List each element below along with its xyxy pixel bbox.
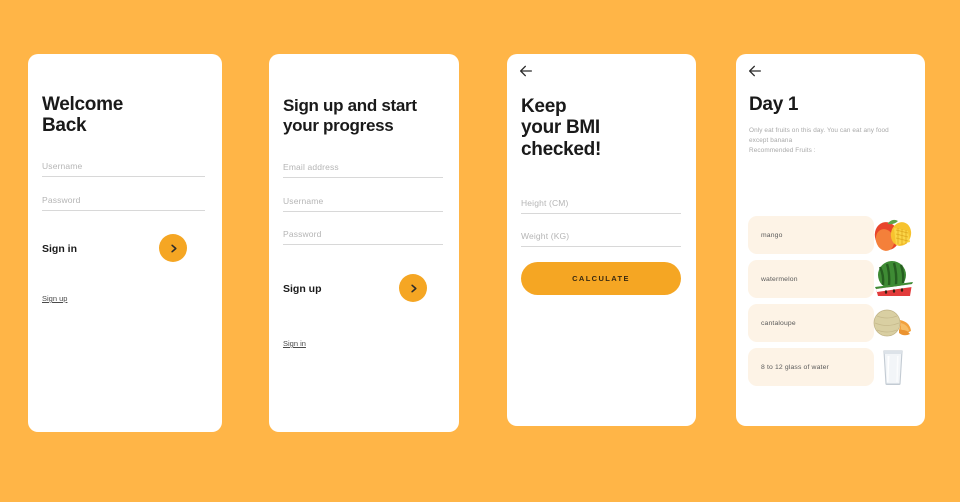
cantaloupe-image xyxy=(870,302,914,344)
height-input[interactable]: Height (CM) xyxy=(521,198,681,214)
mango-image xyxy=(870,214,914,256)
screen-day1: Day 1 Only eat fruits on this day. You c… xyxy=(736,54,925,426)
page-title: Sign up and start your progress xyxy=(283,96,417,136)
day-description-line3: Recommended Fruits : xyxy=(749,146,816,154)
food-label: cantaloupe xyxy=(748,304,874,342)
sign-up-label: Sign up xyxy=(283,283,322,295)
day-description-line1: Only eat fruits on this day. You can eat… xyxy=(749,127,889,134)
back-button[interactable] xyxy=(747,63,763,79)
back-button[interactable] xyxy=(518,63,534,79)
sign-in-label: Sign in xyxy=(42,243,77,255)
app-mockup-stage: Welcome Back Username Password Sign in S… xyxy=(0,0,960,502)
list-item[interactable]: 8 to 12 glass of water xyxy=(748,348,914,386)
password-input[interactable]: Password xyxy=(283,229,443,245)
page-title-line1: Sign up and start xyxy=(283,96,417,115)
page-title: Keep your BMI checked! xyxy=(521,96,601,160)
arrow-left-icon xyxy=(518,63,534,79)
username-input[interactable]: Username xyxy=(283,196,443,212)
food-label: watermelon xyxy=(748,260,874,298)
chevron-right-icon xyxy=(168,243,179,254)
page-title-line3: checked! xyxy=(521,138,601,160)
sign-up-link[interactable]: Sign up xyxy=(42,294,67,303)
day-description: Only eat fruits on this day. You can eat… xyxy=(749,126,909,156)
screen-welcome: Welcome Back Username Password Sign in S… xyxy=(28,54,222,432)
food-label: mango xyxy=(748,216,874,254)
water-glass-image xyxy=(870,346,914,388)
food-label: 8 to 12 glass of water xyxy=(748,348,874,386)
page-title-line1: Welcome xyxy=(42,94,123,115)
password-input[interactable]: Password xyxy=(42,195,205,211)
screen-bmi: Keep your BMI checked! Height (CM) Weigh… xyxy=(507,54,696,426)
weight-input[interactable]: Weight (KG) xyxy=(521,231,681,247)
page-title-line1: Keep xyxy=(521,96,567,117)
chevron-right-icon xyxy=(408,283,419,294)
watermelon-image xyxy=(870,258,914,300)
page-title: Welcome Back xyxy=(42,94,123,137)
list-item[interactable]: mango xyxy=(748,216,914,254)
list-item[interactable]: watermelon xyxy=(748,260,914,298)
page-title: Day 1 xyxy=(749,94,799,115)
page-title-line2: your progress xyxy=(283,116,394,136)
username-input[interactable]: Username xyxy=(42,161,205,177)
calculate-button[interactable]: CALCULATE xyxy=(521,262,681,295)
arrow-left-icon xyxy=(747,63,763,79)
page-title-line2: your BMI xyxy=(521,117,600,139)
sign-in-button[interactable] xyxy=(159,234,187,262)
sign-in-link[interactable]: Sign in xyxy=(283,339,306,348)
day-description-line2: except banana xyxy=(749,136,793,144)
screen-signup: Sign up and start your progress Email ad… xyxy=(269,54,459,432)
recommended-food-list: mango watermelon cantaloupe 8 to 12 glas… xyxy=(748,216,914,392)
email-input[interactable]: Email address xyxy=(283,162,443,178)
list-item[interactable]: cantaloupe xyxy=(748,304,914,342)
page-title-line2: Back xyxy=(42,115,87,137)
sign-up-button[interactable] xyxy=(399,274,427,302)
